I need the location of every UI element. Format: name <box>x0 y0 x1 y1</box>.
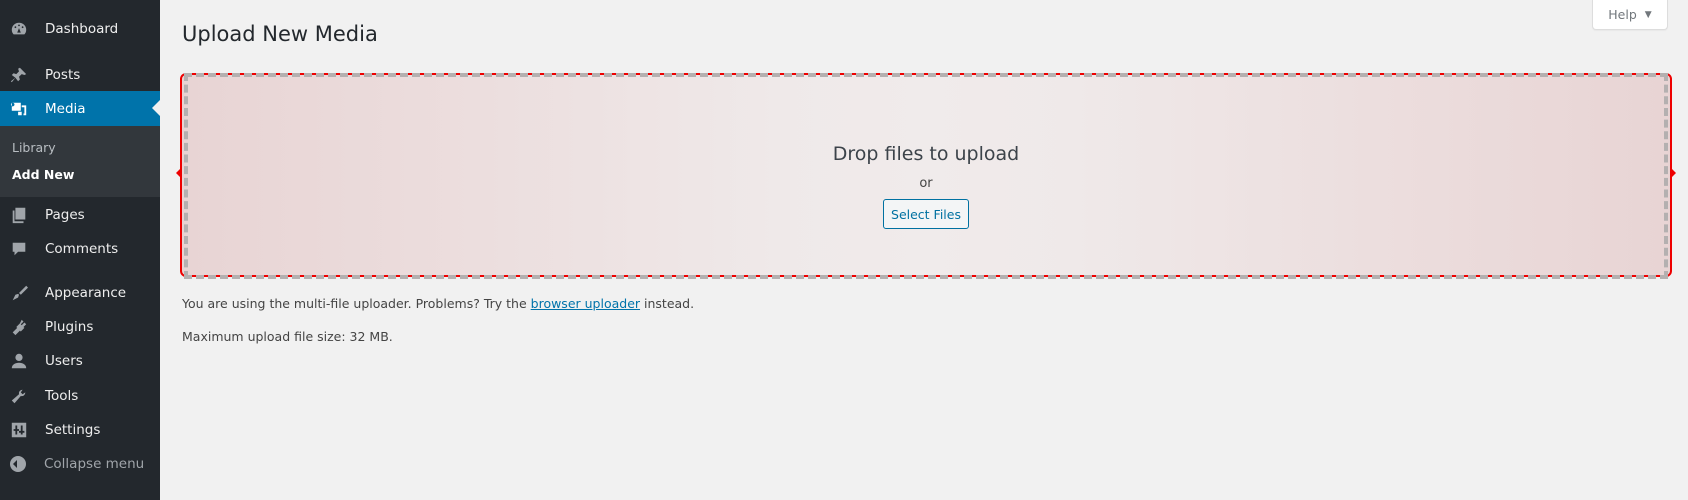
wrench-icon <box>9 386 29 406</box>
sidebar-item-label: Comments <box>45 241 119 257</box>
sidebar-item-dashboard[interactable]: Dashboard <box>0 12 160 46</box>
max-upload-size: Maximum upload file size: 32 MB. <box>182 329 393 344</box>
help-button[interactable]: Help ▼ <box>1592 0 1668 30</box>
uploader-info-suffix: instead. <box>644 296 695 311</box>
uploader-info-prefix: You are using the multi-file uploader. P… <box>182 296 527 311</box>
drop-files-title: Drop files to upload <box>832 143 1020 165</box>
sidebar-item-label: Appearance <box>45 285 127 301</box>
sidebar-item-tools[interactable]: Tools <box>0 379 160 413</box>
sidebar-item-label: Media <box>45 100 86 117</box>
sidebar-item-label: Users <box>45 353 83 369</box>
sidebar-item-settings[interactable]: Settings <box>0 413 160 447</box>
sidebar-item-media[interactable]: Media <box>0 91 160 126</box>
sidebar-item-label: Settings <box>45 422 101 438</box>
submenu-item-library[interactable]: Library <box>12 140 56 155</box>
sidebar-item-label: Tools <box>45 388 79 404</box>
sidebar-item-comments[interactable]: Comments <box>0 232 160 266</box>
page-title: Upload New Media <box>182 22 378 46</box>
help-label: Help <box>1608 7 1637 22</box>
plugin-icon <box>9 317 29 337</box>
sidebar-item-label: Pages <box>45 207 85 223</box>
select-files-button[interactable]: Select Files <box>883 199 969 229</box>
drop-zone-arrow <box>1672 169 1676 177</box>
drop-zone[interactable]: Drop files to upload or Select Files <box>176 73 1676 279</box>
submenu-item-add-new[interactable]: Add New <box>12 167 74 182</box>
media-icon <box>9 99 29 119</box>
browser-uploader-link[interactable]: browser uploader <box>531 296 640 311</box>
sidebar-item-users[interactable]: Users <box>0 344 160 378</box>
pages-icon <box>9 205 29 225</box>
pin-icon <box>9 65 29 85</box>
admin-sidebar: Dashboard Posts Media Library Add New Pa… <box>0 0 160 500</box>
caret-down-icon: ▼ <box>1644 9 1652 20</box>
collapse-icon <box>10 456 26 472</box>
sidebar-item-label: Posts <box>45 67 81 83</box>
comment-icon <box>9 239 29 259</box>
dashboard-icon <box>9 19 29 39</box>
sidebar-item-plugins[interactable]: Plugins <box>0 310 160 344</box>
paintbrush-icon <box>9 283 29 303</box>
media-submenu: Library Add New <box>0 126 160 197</box>
sidebar-item-label: Dashboard <box>45 21 119 37</box>
sidebar-item-appearance[interactable]: Appearance <box>0 276 160 310</box>
settings-icon <box>9 420 29 440</box>
sidebar-item-pages[interactable]: Pages <box>0 198 160 232</box>
sidebar-item-posts[interactable]: Posts <box>0 58 160 92</box>
user-icon <box>9 351 29 371</box>
sidebar-item-label: Plugins <box>45 319 94 335</box>
or-label: or <box>919 176 933 191</box>
collapse-menu-label: Collapse menu <box>44 456 145 472</box>
uploader-info: You are using the multi-file uploader. P… <box>182 296 694 311</box>
collapse-menu-button[interactable]: Collapse menu <box>0 447 160 481</box>
